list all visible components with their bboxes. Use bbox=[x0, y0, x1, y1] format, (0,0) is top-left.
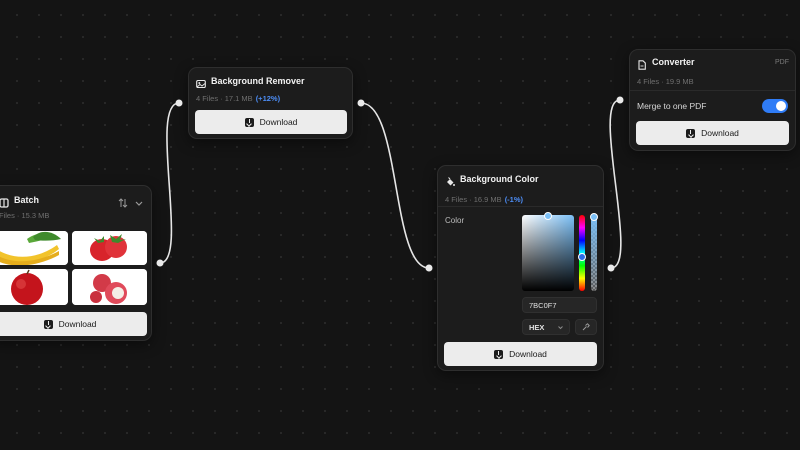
thumbnail-apple[interactable] bbox=[0, 269, 68, 305]
batch-download-button[interactable]: Download bbox=[0, 312, 147, 336]
batch-size: Files · 15.3 MB bbox=[0, 211, 50, 220]
hex-input[interactable]: 7BC0F7 bbox=[522, 297, 597, 313]
color-delta: (-1%) bbox=[504, 195, 524, 204]
download-icon bbox=[686, 128, 696, 138]
wire-batch-to-remover bbox=[159, 102, 180, 264]
remover-output-port[interactable] bbox=[357, 99, 365, 107]
remover-size: 4 Files · 17.1 MB bbox=[196, 94, 253, 103]
saturation-handle[interactable] bbox=[544, 212, 552, 220]
color-output-port[interactable] bbox=[607, 264, 615, 272]
image-remove-icon bbox=[196, 76, 206, 89]
hue-slider[interactable] bbox=[578, 215, 586, 291]
eyedropper-icon bbox=[582, 323, 590, 331]
alpha-handle[interactable] bbox=[590, 213, 598, 221]
merge-label: Merge to one PDF bbox=[637, 101, 707, 111]
remover-delta: (+12%) bbox=[255, 94, 281, 103]
divider bbox=[630, 90, 795, 91]
remover-download-label: Download bbox=[259, 117, 298, 127]
hue-handle[interactable] bbox=[578, 253, 586, 261]
batch-output-port[interactable] bbox=[156, 259, 164, 267]
converter-subtitle: 4 Files · 19.9 MB bbox=[637, 77, 694, 86]
document-icon bbox=[637, 57, 647, 70]
color-download-button[interactable]: Download bbox=[444, 342, 597, 366]
wire-remover-to-color bbox=[360, 102, 430, 269]
thumbnail-strawberries[interactable] bbox=[72, 231, 147, 265]
batch-download-label: Download bbox=[58, 319, 97, 329]
format-badge: PDF bbox=[775, 58, 789, 66]
thumbnail-banana[interactable] bbox=[0, 231, 68, 265]
converter-input-port[interactable] bbox=[616, 96, 624, 104]
converter-size: 4 Files · 19.9 MB bbox=[637, 77, 694, 86]
remover-title: Background Remover bbox=[211, 76, 305, 86]
batch-subtitle: Files · 15.3 MB bbox=[0, 211, 49, 220]
eyedropper-button[interactable] bbox=[575, 319, 597, 335]
sort-icon[interactable] bbox=[118, 195, 128, 208]
download-icon bbox=[494, 349, 504, 359]
paint-bucket-icon bbox=[445, 174, 455, 186]
batch-node[interactable]: Batch Files · 15.3 MB Download bbox=[0, 185, 152, 341]
alpha-slider[interactable] bbox=[590, 213, 598, 291]
batch-icon bbox=[0, 195, 9, 208]
chevron-down-icon bbox=[557, 324, 564, 331]
color-label: Color bbox=[445, 216, 465, 225]
color-input-port[interactable] bbox=[425, 264, 433, 272]
converter-node[interactable]: Converter PDF 4 Files · 19.9 MB Merge to… bbox=[629, 49, 796, 151]
wire-color-to-converter bbox=[609, 99, 622, 269]
download-icon bbox=[244, 117, 254, 127]
color-title: Background Color bbox=[460, 174, 539, 184]
background-remover-node[interactable]: Background Remover 4 Files · 17.1 MB (+1… bbox=[188, 67, 353, 139]
chevron-down-icon[interactable] bbox=[134, 195, 144, 206]
remover-input-port[interactable] bbox=[175, 99, 183, 107]
divider bbox=[438, 206, 603, 207]
color-size: 4 Files · 16.9 MB bbox=[445, 195, 502, 204]
color-saturation-area[interactable] bbox=[522, 212, 574, 291]
color-subtitle: 4 Files · 16.9 MB (-1%) bbox=[445, 195, 523, 204]
color-download-label: Download bbox=[509, 349, 547, 359]
color-format-select[interactable]: HEX bbox=[522, 319, 570, 335]
converter-download-button[interactable]: Download bbox=[636, 121, 789, 145]
remover-download-button[interactable]: Download bbox=[195, 110, 347, 134]
thumbnail-lychee[interactable] bbox=[72, 269, 147, 305]
background-color-node[interactable]: Background Color 4 Files · 16.9 MB (-1%)… bbox=[437, 165, 604, 371]
batch-title: Batch bbox=[14, 195, 40, 205]
download-icon bbox=[43, 319, 53, 329]
converter-download-label: Download bbox=[701, 128, 739, 138]
converter-title: Converter bbox=[652, 57, 695, 67]
hex-value: 7BC0F7 bbox=[529, 300, 557, 310]
color-format-value: HEX bbox=[529, 322, 545, 332]
merge-toggle[interactable] bbox=[762, 99, 788, 113]
remover-subtitle: 4 Files · 17.1 MB (+12%) bbox=[196, 94, 280, 103]
